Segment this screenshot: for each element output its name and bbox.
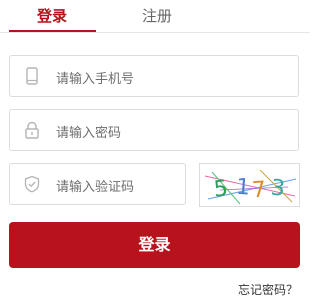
captcha-graphic: 5 1 7 3 xyxy=(204,169,297,205)
tab-register[interactable]: 注册 xyxy=(142,5,172,26)
password-placeholder: 请输入密码 xyxy=(56,126,122,141)
svg-text:5: 5 xyxy=(213,176,230,202)
svg-text:3: 3 xyxy=(270,175,287,201)
phone-input[interactable]: 请输入手机号 xyxy=(9,55,299,97)
forgot-password-link[interactable]: 忘记密码？ xyxy=(238,281,298,298)
svg-text:1: 1 xyxy=(235,175,251,201)
password-input[interactable]: 请输入密码 xyxy=(9,109,299,151)
phone-icon xyxy=(26,67,38,85)
phone-placeholder: 请输入手机号 xyxy=(56,72,135,87)
captcha-input[interactable]: 请输入验证码 xyxy=(9,163,186,205)
login-tabs: 登录 注册 xyxy=(0,0,310,33)
tab-login[interactable]: 登录 xyxy=(37,5,67,26)
svg-text:7: 7 xyxy=(251,177,267,203)
login-button[interactable]: 登录 xyxy=(9,222,300,268)
lock-icon xyxy=(25,121,39,139)
active-tab-indicator xyxy=(9,30,96,32)
captcha-placeholder: 请输入验证码 xyxy=(56,180,135,195)
shield-check-icon xyxy=(24,175,40,193)
captcha-image[interactable]: 5 1 7 3 xyxy=(199,163,300,207)
